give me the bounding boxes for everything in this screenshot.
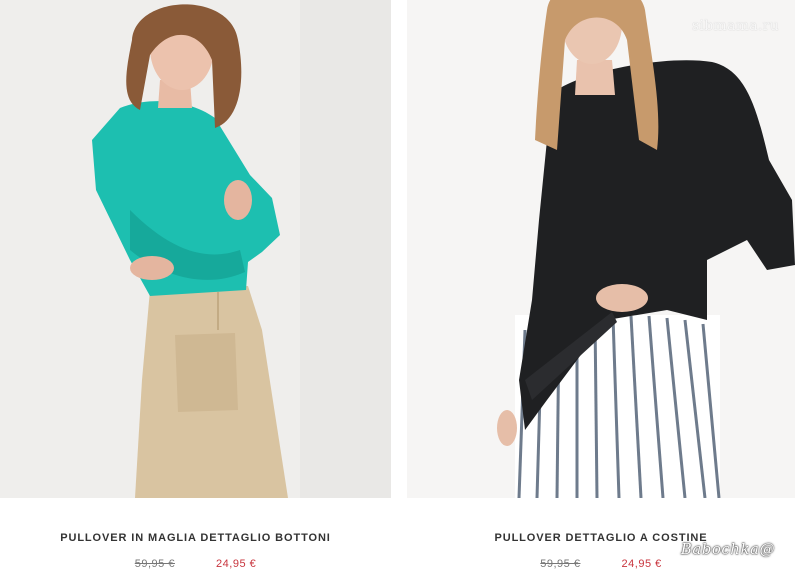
old-price: 59,95 € bbox=[540, 558, 581, 570]
product-image-2[interactable]: sibmama.ru bbox=[407, 0, 795, 498]
product-info-1: PULLOVER IN MAGLIA DETTAGLIO BOTTONI 59,… bbox=[0, 498, 391, 575]
signature-watermark: Babochka@ bbox=[680, 540, 775, 558]
product-card-1[interactable]: PULLOVER IN MAGLIA DETTAGLIO BOTTONI 59,… bbox=[0, 0, 391, 570]
product-image-1[interactable] bbox=[0, 0, 391, 498]
product-card-2[interactable]: sibmama.ru PULLOVER DETTAGLIO A COSTINE … bbox=[407, 0, 795, 570]
product-info-2: PULLOVER DETTAGLIO A COSTINE 59,95 € 24,… bbox=[407, 498, 795, 575]
product-prices: 59,95 € 24,95 € bbox=[407, 558, 795, 570]
product-prices: 59,95 € 24,95 € bbox=[0, 558, 391, 570]
old-price: 59,95 € bbox=[134, 558, 175, 570]
product-photo-illustration bbox=[0, 0, 391, 498]
product-photo-illustration bbox=[407, 0, 795, 498]
watermark: sibmama.ru bbox=[691, 18, 779, 34]
product-name[interactable]: PULLOVER IN MAGLIA DETTAGLIO BOTTONI bbox=[0, 532, 391, 544]
sale-price: 24,95 € bbox=[216, 558, 257, 570]
sale-price: 24,95 € bbox=[621, 558, 662, 570]
